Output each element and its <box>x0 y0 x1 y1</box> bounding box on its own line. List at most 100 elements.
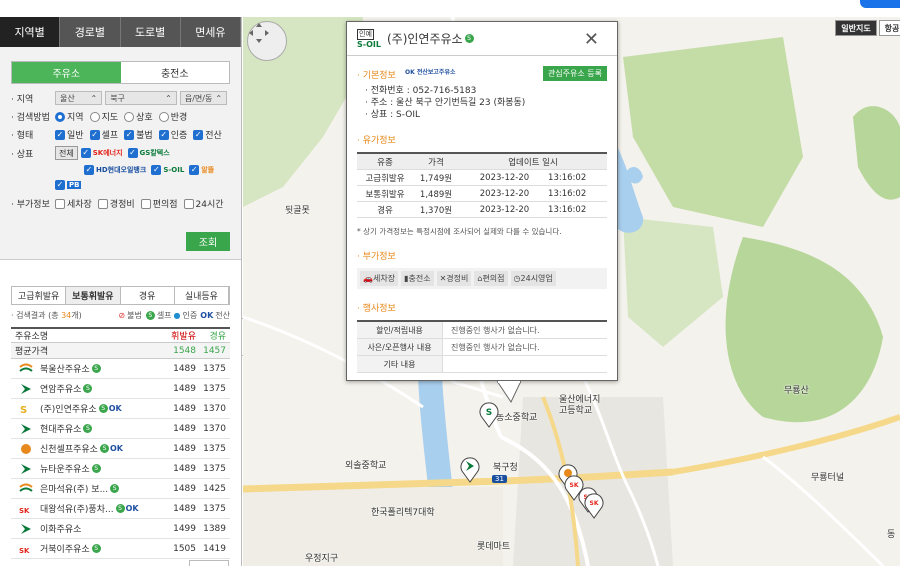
station-marker-soil[interactable]: S <box>478 400 500 428</box>
table-row[interactable]: 북울산주유소 S 1489 1375 <box>11 359 230 379</box>
diesel-price: 1419 <box>203 543 226 554</box>
brand-label: · 상표 <box>11 149 34 160</box>
map-forest-area <box>623 37 803 227</box>
form-illegal[interactable]: ✓ 불법 <box>124 128 153 141</box>
extra-24h[interactable]: 24시간 <box>183 197 224 210</box>
station-marker-hd[interactable] <box>459 455 481 483</box>
map-type-normal-button[interactable]: 일반지도 <box>835 20 877 36</box>
sk-logo-icon: SK <box>19 547 30 555</box>
station-name-text: 뉴타운주유소 <box>40 465 90 475</box>
table-row[interactable]: 뉴타운주유소 S 1489 1375 <box>11 459 230 479</box>
brand-gs[interactable]: ✓ GS칼텍스 <box>127 148 170 158</box>
gs-logo-icon <box>19 363 33 372</box>
tab-regular-gasoline[interactable]: 보통휘발유 <box>66 287 121 304</box>
more-button[interactable] <box>189 560 229 566</box>
product-tabs: 고급휘발유 보통휘발유 경유 실내등유 <box>11 286 230 305</box>
map-type-aerial-button[interactable]: 항공 <box>879 20 900 36</box>
extra-carwash[interactable]: 세차장 <box>55 197 92 210</box>
brand-sk[interactable]: ✓ SK에너지 <box>80 148 123 158</box>
hd-logo-icon <box>21 423 31 434</box>
tab-region[interactable]: 지역별 <box>0 17 61 47</box>
basic-info: · 전화번호 : 052-716-5183 · 주소 : 울산 북구 안기번득길… <box>365 85 617 121</box>
method-name[interactable]: 상호 <box>124 110 153 123</box>
self-icon: S <box>115 504 125 513</box>
top-right-button[interactable] <box>860 0 900 8</box>
tab-taxfree[interactable]: 면세유 <box>180 17 241 47</box>
col-name: 주유소명 <box>15 332 49 342</box>
station-marker-sk[interactable]: SK <box>583 491 605 519</box>
table-row[interactable]: 이화주유소 1499 1389 <box>11 519 230 539</box>
hd-logo-icon <box>21 523 31 534</box>
self-icon: S <box>464 34 474 43</box>
station-name: 현대주유소 S <box>37 422 166 435</box>
form-certified[interactable]: ✓ 인증 <box>158 128 187 141</box>
station-name-text: 연암주유소 <box>40 385 82 395</box>
brand-all-button[interactable]: 전체 <box>55 146 78 160</box>
average-label: 평균가격 <box>15 347 49 357</box>
station-name-text: 신천셀프주유소 <box>40 445 98 455</box>
extra-store[interactable]: 편의점 <box>140 197 178 210</box>
amenity-charging: ▮ 충전소 <box>401 271 434 286</box>
section-price-info: · 유가정보 <box>357 136 396 146</box>
map-pan-control[interactable] <box>247 21 287 61</box>
form-computerized[interactable]: ✓ 전산 <box>193 128 222 141</box>
gu-select[interactable]: 북구 ⌃ <box>105 91 177 105</box>
table-row[interactable]: SK 거북이주유소 S 1505 1419 <box>11 539 230 559</box>
tab-route[interactable]: 경로별 <box>60 17 121 47</box>
diesel-price: 1370 <box>203 423 226 434</box>
gasoline-price: 1489 <box>173 483 196 494</box>
browser-top-strip <box>0 0 900 17</box>
brand-alddeul[interactable]: ✓ 알뜰 <box>189 165 214 175</box>
tab-premium-gasoline[interactable]: 고급휘발유 <box>12 287 67 304</box>
station-type-tabs: 주유소 충전소 <box>11 61 230 84</box>
amenity-carwash: 🚗 세차장 <box>360 271 399 286</box>
amenity-store: ⌂ 편의점 <box>474 271 508 286</box>
method-map[interactable]: 지도 <box>89 110 118 123</box>
brand-logo <box>15 443 37 455</box>
tab-diesel[interactable]: 경유 <box>120 287 175 304</box>
add-favorite-button[interactable]: 관심주유소 등록 <box>542 66 607 81</box>
tab-charging-station[interactable]: 충전소 <box>120 62 229 83</box>
form-general[interactable]: ✓ 일반 <box>55 128 84 141</box>
svg-text:SK: SK <box>19 507 30 515</box>
extra-maintenance[interactable]: 경정비 <box>97 197 135 210</box>
table-row[interactable]: S (주)인연주유소 S OK 1489 1370 <box>11 399 230 419</box>
table-row[interactable]: SK 대왕석유(주)풍차... S OK 1489 1375 <box>11 499 230 519</box>
check-icon: ✓ <box>158 129 169 140</box>
gs-logo-text: GS칼텍스 <box>139 149 170 157</box>
checkbox-icon <box>97 198 108 209</box>
clock-icon: ◷ <box>513 274 521 283</box>
price-row: 경유 1,370원 2023-12-20 13:16:02 <box>357 202 607 218</box>
check-icon: ✓ <box>189 165 200 175</box>
soil-logo-icon: S <box>20 405 27 415</box>
table-row[interactable]: 현대주유소 S 1489 1370 <box>11 419 230 439</box>
method-radius[interactable]: 반경 <box>158 110 187 123</box>
tab-gas-station[interactable]: 주유소 <box>12 62 121 83</box>
price-col-price: 가격 <box>428 157 444 168</box>
method-region[interactable]: 지역 <box>55 110 84 123</box>
tab-kerosene[interactable]: 실내등유 <box>174 287 229 304</box>
extra-24h-text: 24시간 <box>195 200 224 210</box>
average-gasoline: 1548 <box>173 345 196 356</box>
brand-soil[interactable]: ✓ S-OIL <box>151 165 184 175</box>
station-name: 북울산주유소 S <box>37 362 166 375</box>
tab-road[interactable]: 도로별 <box>120 17 181 47</box>
price-row: 고급휘발유 1,749원 2023-12-20 13:16:02 <box>357 170 607 186</box>
table-row[interactable]: 연암주유소 S 1489 1375 <box>11 379 230 399</box>
dong-select[interactable]: 읍/면/동 ⌃ <box>179 91 228 105</box>
brand-label-text: 상표 <box>16 149 34 160</box>
sido-select[interactable]: 울산 ⌃ <box>55 91 103 105</box>
brand-pb[interactable]: ✓ PB <box>55 180 82 190</box>
table-row[interactable]: 은마석유(주) 보... S 1489 1425 <box>11 479 230 499</box>
gasoline-price: 1489 <box>173 403 196 414</box>
extra-store-text: 편의점 <box>152 200 178 210</box>
radio-icon <box>55 111 65 122</box>
soil-logo-text: S-OIL <box>163 166 185 174</box>
form-self[interactable]: ✓ 셀프 <box>89 128 118 141</box>
fuel-price: 1,749원 <box>419 173 453 184</box>
brand-hd[interactable]: ✓ HD현대오일뱅크 <box>84 165 146 175</box>
table-row[interactable]: 신천셀프주유소 S OK 1489 1375 <box>11 439 230 459</box>
search-button[interactable]: 조회 <box>186 232 230 251</box>
close-icon[interactable]: ✕ <box>584 29 599 50</box>
station-info-popup: 인예 S-OIL (주)인연주유소 S ✕ · 기본정보 OK 전산보고주유소 관… <box>346 21 618 403</box>
